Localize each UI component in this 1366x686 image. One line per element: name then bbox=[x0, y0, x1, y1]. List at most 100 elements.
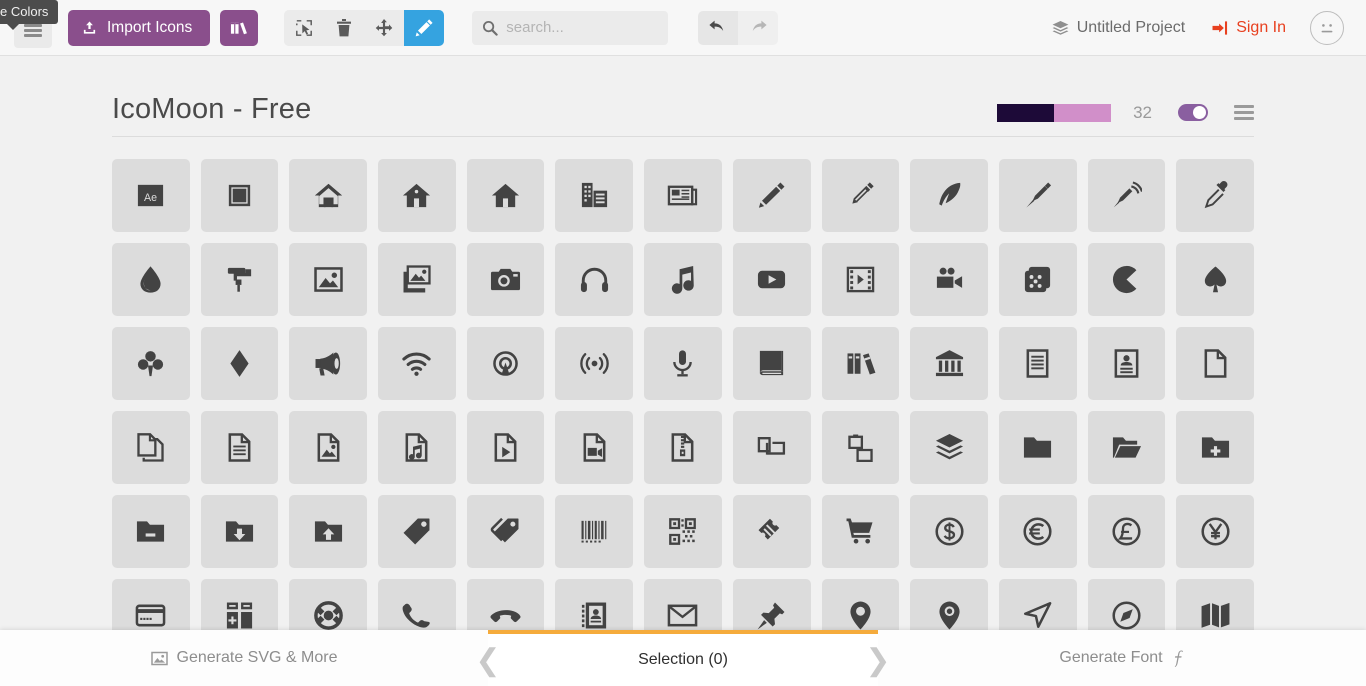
undo-button[interactable] bbox=[698, 10, 739, 45]
icon-cell-qrcode[interactable] bbox=[644, 495, 722, 568]
avatar[interactable] bbox=[1310, 10, 1344, 45]
set-menu-icon[interactable] bbox=[1234, 102, 1254, 123]
icon-cell-camera[interactable] bbox=[466, 243, 545, 316]
generate-font-button[interactable]: Generate Font bbox=[878, 630, 1366, 686]
project-button[interactable]: Untitled Project bbox=[1052, 19, 1185, 37]
icon-cell-headphones[interactable] bbox=[555, 243, 634, 316]
phone-hang-up-icon bbox=[490, 610, 521, 623]
icon-cell-file-picture[interactable] bbox=[289, 411, 368, 484]
icon-cell-newspaper[interactable] bbox=[644, 159, 722, 232]
phone-icon bbox=[403, 603, 431, 628]
icon-cell-price-tags[interactable] bbox=[466, 495, 545, 568]
icon-cell-book[interactable] bbox=[732, 327, 811, 400]
icon-cell-pencil2[interactable] bbox=[821, 159, 900, 232]
icon-cell-images[interactable] bbox=[378, 243, 456, 316]
icon-cell-quill[interactable] bbox=[910, 159, 988, 232]
generate-svg-button[interactable]: Generate SVG & More bbox=[0, 630, 488, 686]
coin-euro-icon bbox=[1023, 517, 1052, 546]
icon-cell-connection[interactable] bbox=[378, 327, 456, 400]
icon-cell-clubs[interactable] bbox=[112, 327, 190, 400]
credit-card-icon bbox=[136, 604, 166, 627]
icon-cell-coin-dollar[interactable] bbox=[910, 495, 988, 568]
icon-cell-mic[interactable] bbox=[644, 327, 722, 400]
icon-cell-pencil[interactable] bbox=[732, 159, 811, 232]
icon-cell-cart[interactable] bbox=[821, 495, 900, 568]
icon-cell-pacman[interactable] bbox=[1087, 243, 1166, 316]
icon-cell-music[interactable] bbox=[644, 243, 722, 316]
icon-cell-dice[interactable] bbox=[998, 243, 1077, 316]
icon-cell-bullhorn[interactable] bbox=[289, 327, 368, 400]
search-input[interactable] bbox=[472, 10, 669, 45]
address-book-icon bbox=[581, 602, 606, 629]
icon-cell-play[interactable] bbox=[732, 243, 811, 316]
select-tool-button[interactable] bbox=[284, 9, 325, 46]
file-zip-icon bbox=[672, 433, 694, 462]
swatch-color-secondary bbox=[1054, 103, 1112, 122]
icon-cell-home[interactable] bbox=[289, 159, 368, 232]
icon-cell-price-tag[interactable] bbox=[378, 495, 456, 568]
icon-cell-library[interactable] bbox=[910, 327, 988, 400]
icon-cell-stack[interactable] bbox=[910, 411, 988, 484]
icon-cell-file-play[interactable] bbox=[466, 411, 545, 484]
icon-cell-ticket[interactable] bbox=[732, 495, 811, 568]
icon-set-content: IcoMoon - Free 32 Ae bbox=[0, 57, 1366, 686]
icon-cell-blog[interactable] bbox=[1087, 159, 1166, 232]
icon-cell-Ae[interactable]: Ae bbox=[112, 159, 190, 232]
icon-cell-spades[interactable] bbox=[1176, 243, 1254, 316]
icon-cell-file-music[interactable] bbox=[378, 411, 456, 484]
icon-cell-diamonds[interactable] bbox=[200, 327, 279, 400]
icon-cell-file-text[interactable] bbox=[200, 411, 279, 484]
sign-in-button[interactable]: Sign In bbox=[1211, 19, 1286, 37]
icon-cell-folder-open[interactable] bbox=[1087, 411, 1166, 484]
icon-library-button[interactable] bbox=[220, 9, 259, 46]
delete-tool-button[interactable] bbox=[324, 9, 365, 46]
top-toolbar: e Colors Import Icons search... Untitled… bbox=[0, 0, 1366, 56]
icon-cell-image[interactable] bbox=[289, 243, 368, 316]
icon-cell-video-camera[interactable] bbox=[910, 243, 988, 316]
icon-cell-feed[interactable] bbox=[555, 327, 634, 400]
icon-cell-paint-format[interactable] bbox=[200, 243, 279, 316]
icon-cell-profile[interactable] bbox=[1087, 327, 1166, 400]
icon-cell-file-video[interactable] bbox=[555, 411, 634, 484]
icon-cell-barcode[interactable] bbox=[555, 495, 634, 568]
profile-icon bbox=[1114, 349, 1139, 378]
icon-cell-coin-yen[interactable] bbox=[1176, 495, 1254, 568]
icon-cell-file-zip[interactable] bbox=[644, 411, 722, 484]
icon-cell-paste[interactable] bbox=[821, 411, 900, 484]
square-icon bbox=[228, 184, 251, 207]
icon-cell-eyedropper[interactable] bbox=[1176, 159, 1254, 232]
import-icons-button[interactable]: Import Icons bbox=[68, 9, 211, 46]
generate-font-label: Generate Font bbox=[1059, 649, 1163, 666]
icon-cell-folder-plus[interactable] bbox=[1176, 411, 1254, 484]
icon-cell-square[interactable] bbox=[200, 159, 279, 232]
icon-cell-copy2[interactable] bbox=[732, 411, 811, 484]
icon-cell-home2[interactable] bbox=[378, 159, 456, 232]
edit-tool-button[interactable] bbox=[404, 9, 445, 46]
set-visibility-toggle[interactable] bbox=[1178, 104, 1208, 121]
icon-cell-droplet[interactable] bbox=[112, 243, 190, 316]
icon-cell-office[interactable] bbox=[555, 159, 634, 232]
icon-cell-pen[interactable] bbox=[998, 159, 1077, 232]
icon-cell-coin-euro[interactable] bbox=[998, 495, 1077, 568]
color-swatch[interactable] bbox=[997, 103, 1112, 122]
move-tool-button[interactable] bbox=[364, 9, 405, 46]
icon-cell-home3[interactable] bbox=[466, 159, 545, 232]
pencil2-icon bbox=[852, 182, 874, 204]
icon-cell-coin-pound[interactable] bbox=[1087, 495, 1166, 568]
selection-tab[interactable]: ❮ Selection (0) ❯ bbox=[462, 630, 904, 686]
podcast-icon bbox=[493, 351, 518, 376]
coin-yen-icon bbox=[1201, 517, 1230, 546]
icon-cell-books[interactable] bbox=[821, 327, 900, 400]
icon-cell-film[interactable] bbox=[821, 243, 900, 316]
icon-cell-folder[interactable] bbox=[998, 411, 1077, 484]
icon-cell-podcast[interactable] bbox=[466, 327, 545, 400]
icon-cell-folder-download[interactable] bbox=[200, 495, 279, 568]
icon-cell-folder-upload[interactable] bbox=[289, 495, 368, 568]
icon-cell-file-text2[interactable] bbox=[998, 327, 1077, 400]
history-group bbox=[698, 10, 779, 45]
icon-cell-file-empty[interactable] bbox=[1176, 327, 1254, 400]
icon-cell-folder-minus[interactable] bbox=[112, 495, 190, 568]
redo-button[interactable] bbox=[738, 10, 779, 45]
pacman-icon bbox=[1112, 265, 1137, 294]
icon-cell-copy[interactable] bbox=[112, 411, 190, 484]
